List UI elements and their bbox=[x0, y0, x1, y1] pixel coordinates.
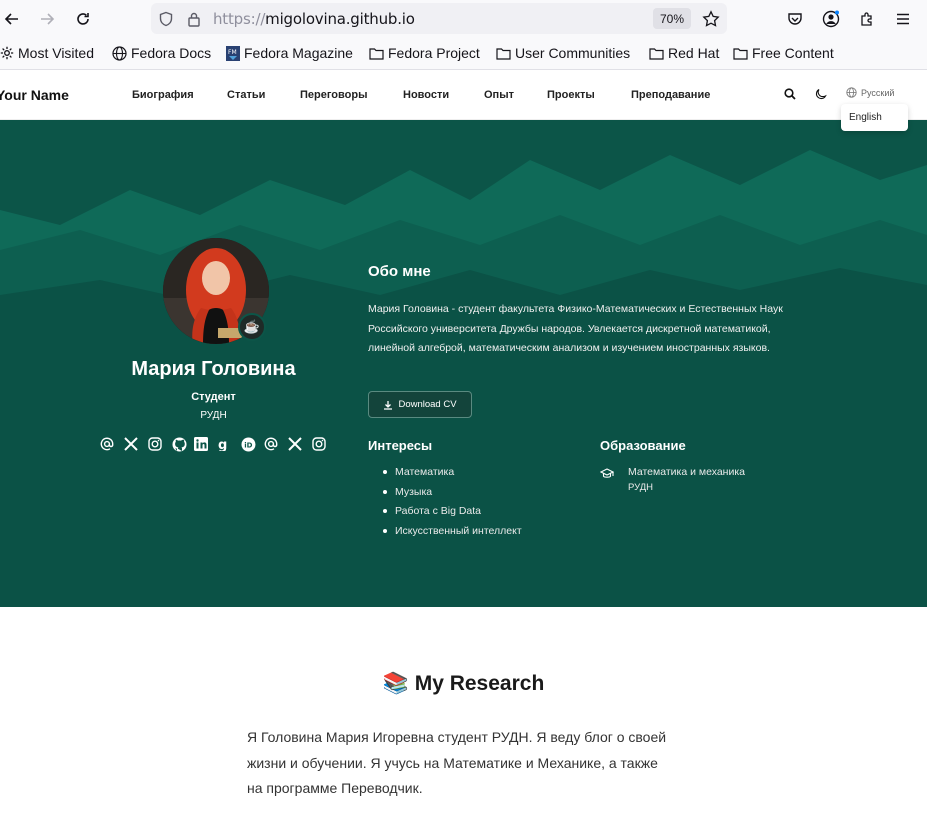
nav-projects[interactable]: Проекты bbox=[547, 89, 595, 101]
nav-biography[interactable]: Биография bbox=[132, 89, 194, 101]
bookmark-most-visited[interactable]: Most Visited bbox=[0, 45, 94, 61]
language-current: Русский bbox=[861, 87, 895, 98]
fedora-magazine-icon: FM bbox=[226, 45, 240, 61]
language-selector[interactable]: Русский bbox=[846, 87, 894, 98]
instagram-icon[interactable] bbox=[311, 436, 327, 452]
back-arrow-icon[interactable] bbox=[0, 7, 24, 31]
at-icon[interactable] bbox=[99, 436, 115, 452]
about-heading: Обо мне bbox=[368, 263, 431, 280]
folder-icon bbox=[369, 47, 384, 60]
nav-articles[interactable]: Статьи bbox=[227, 89, 265, 101]
download-cv-label: Download CV bbox=[398, 399, 457, 410]
site-navbar: Your Name Биография Статьи Переговоры Но… bbox=[0, 70, 927, 120]
download-cv-button[interactable]: Download CV bbox=[368, 391, 472, 418]
nav-news[interactable]: Новости bbox=[403, 89, 449, 101]
x-icon[interactable] bbox=[123, 436, 139, 452]
interest-label: Музыка bbox=[395, 486, 433, 498]
education-institution: РУДН bbox=[628, 482, 654, 493]
language-dropdown: English bbox=[841, 104, 908, 131]
interest-label: Работа с Big Data bbox=[395, 505, 482, 517]
research-heading: 📚 My Research bbox=[382, 672, 545, 695]
bookmark-label: Red Hat bbox=[668, 45, 720, 61]
instagram-icon[interactable] bbox=[147, 436, 163, 452]
research-text: Я Головина Мария Игоревна студент РУДН. … bbox=[247, 729, 667, 796]
orcid-icon[interactable]: iD bbox=[240, 436, 256, 452]
bookmark-red-hat[interactable]: Red Hat bbox=[649, 45, 719, 61]
bookmark-fedora-project[interactable]: Fedora Project bbox=[369, 45, 480, 61]
search-icon[interactable] bbox=[782, 86, 798, 102]
bookmark-free-content[interactable]: Free Content bbox=[733, 45, 834, 61]
bookmark-label: Fedora Docs bbox=[131, 45, 212, 61]
interest-item: Музыка bbox=[383, 486, 432, 498]
dark-mode-moon-icon[interactable] bbox=[813, 86, 829, 102]
url-text[interactable]: https://migolovina.github.io bbox=[213, 10, 415, 28]
bookmarks-toolbar: Most Visited Fedora Docs FM Fedora Magaz… bbox=[0, 38, 927, 70]
site-brand[interactable]: Your Name bbox=[0, 87, 69, 103]
svg-text:g: g bbox=[218, 438, 227, 451]
bookmark-label: Most Visited bbox=[18, 45, 94, 61]
folder-icon bbox=[733, 47, 748, 60]
bookmark-fedora-docs[interactable]: Fedora Docs bbox=[112, 45, 211, 61]
nav-teaching[interactable]: Преподавание bbox=[631, 89, 710, 101]
bookmark-fedora-magazine[interactable]: FM Fedora Magazine bbox=[226, 45, 353, 61]
nav-experience[interactable]: Опыт bbox=[484, 89, 514, 101]
bookmark-user-communities[interactable]: User Communities bbox=[496, 45, 630, 61]
gear-icon bbox=[0, 46, 14, 60]
globe-icon bbox=[846, 87, 857, 98]
profile-name: Мария Головина bbox=[131, 358, 296, 380]
bullet bbox=[383, 509, 387, 513]
education-course: Математика и механика bbox=[628, 466, 745, 478]
download-icon bbox=[384, 400, 393, 410]
bookmark-label: User Communities bbox=[515, 45, 631, 61]
interest-label: Искусственный интеллект bbox=[395, 525, 522, 537]
interests-heading: Интересы bbox=[368, 438, 433, 453]
lock-icon[interactable] bbox=[185, 10, 203, 28]
url-protocol: https:// bbox=[213, 10, 266, 28]
education-heading: Образование bbox=[600, 438, 686, 453]
url-bar[interactable]: https://migolovina.github.io 70% bbox=[151, 3, 727, 34]
profile-organization: РУДН bbox=[200, 410, 227, 421]
reload-icon[interactable] bbox=[71, 7, 95, 31]
bullet bbox=[383, 529, 387, 533]
interest-item: Работа с Big Data bbox=[383, 505, 481, 517]
graduation-cap-icon bbox=[599, 467, 615, 481]
svg-text:iD: iD bbox=[244, 441, 252, 449]
folder-icon bbox=[649, 47, 664, 60]
bookmark-label: Fedora Magazine bbox=[244, 45, 353, 61]
github-icon[interactable] bbox=[171, 436, 187, 452]
about-text: Мария Головина - студент факультета Физи… bbox=[368, 303, 783, 354]
interest-item: Искусственный интеллект bbox=[383, 525, 522, 537]
language-option-english[interactable]: English bbox=[849, 112, 882, 123]
pocket-icon[interactable] bbox=[783, 7, 807, 31]
forward-arrow-icon[interactable] bbox=[35, 7, 59, 31]
bookmark-label: Fedora Project bbox=[388, 45, 480, 61]
at-icon[interactable] bbox=[263, 436, 279, 452]
bullet bbox=[383, 470, 387, 474]
extensions-icon[interactable] bbox=[855, 7, 879, 31]
nav-talks[interactable]: Переговоры bbox=[300, 89, 367, 101]
url-host: migolovina.github.io bbox=[265, 10, 415, 28]
star-icon[interactable] bbox=[702, 10, 720, 28]
interest-label: Математика bbox=[395, 466, 455, 478]
shield-icon[interactable] bbox=[157, 10, 175, 28]
folder-icon bbox=[496, 47, 511, 60]
zoom-level-button[interactable]: 70% bbox=[653, 8, 691, 29]
globe-icon bbox=[112, 45, 127, 61]
menu-hamburger-icon[interactable] bbox=[891, 7, 915, 31]
coffee-icon: ☕ bbox=[238, 313, 266, 341]
interest-item: Математика bbox=[383, 466, 454, 478]
account-icon[interactable] bbox=[819, 7, 843, 31]
profile-role: Студент bbox=[191, 391, 236, 403]
bookmark-label: Free Content bbox=[752, 45, 834, 61]
svg-text:FM: FM bbox=[228, 49, 237, 56]
linkedin-icon[interactable] bbox=[193, 436, 209, 452]
x-icon[interactable] bbox=[287, 436, 303, 452]
browser-toolbar: https://migolovina.github.io 70% bbox=[0, 0, 927, 38]
bullet bbox=[383, 490, 387, 494]
google-scholar-icon[interactable]: g bbox=[215, 436, 231, 452]
